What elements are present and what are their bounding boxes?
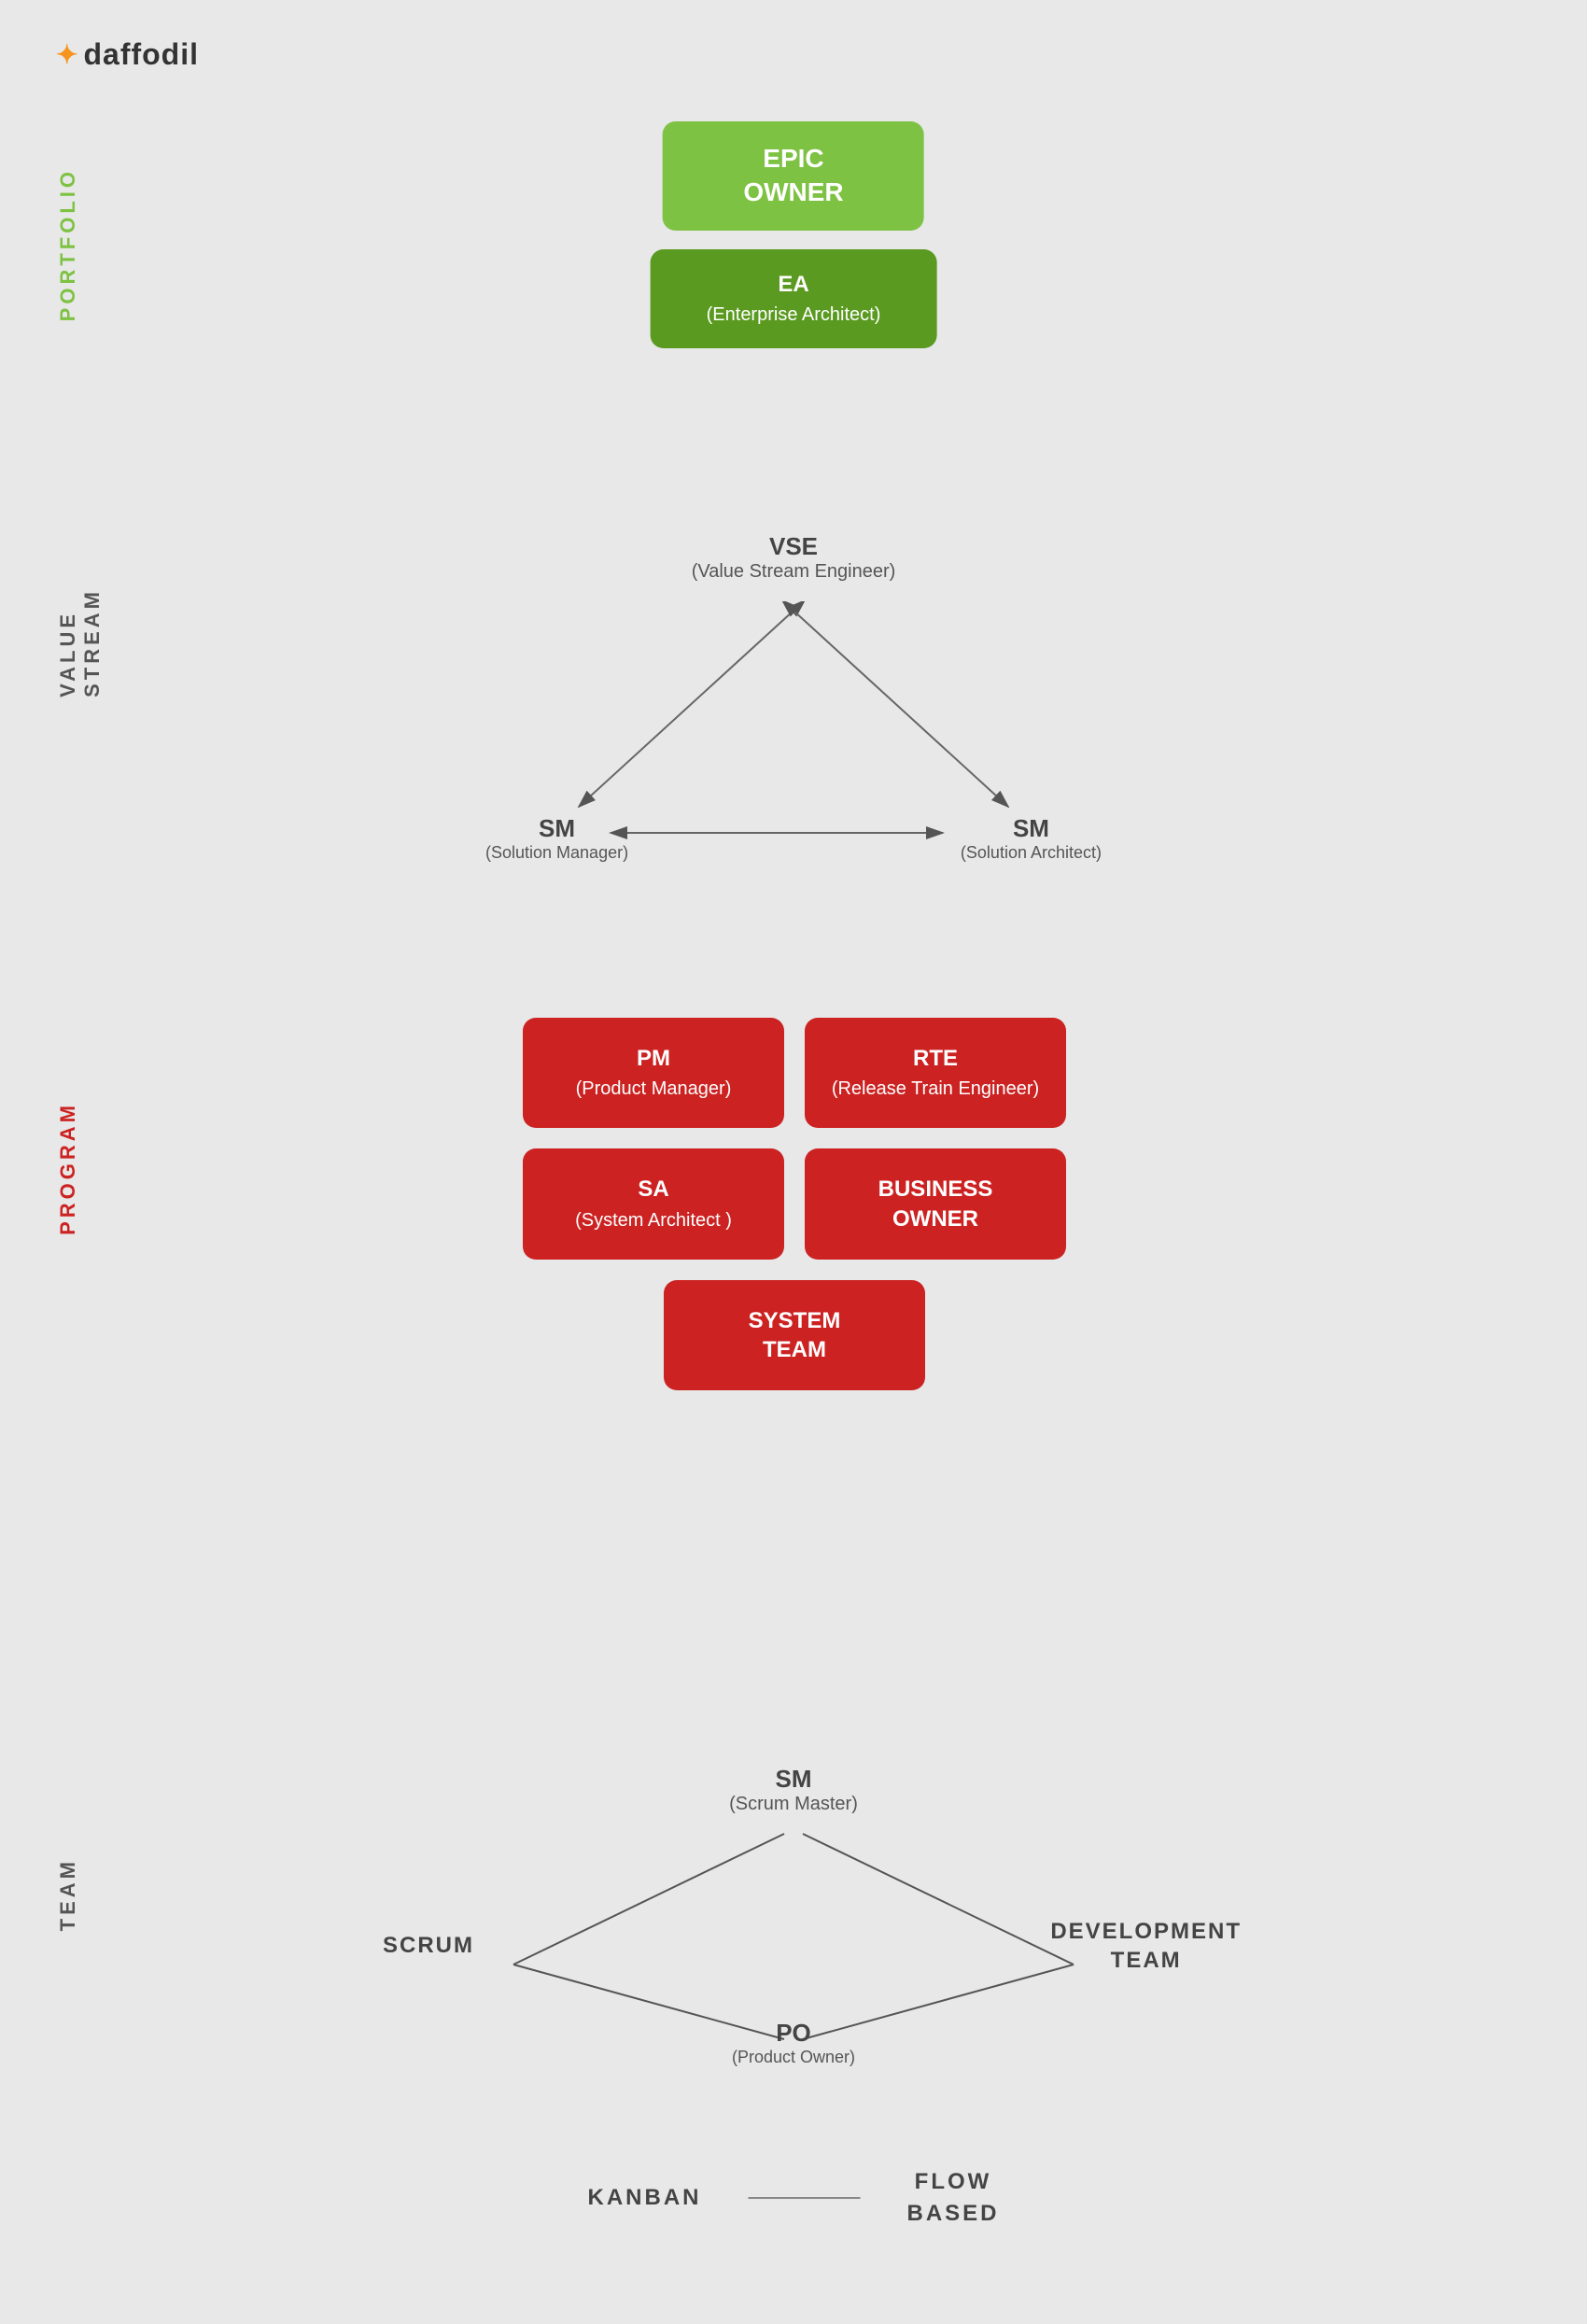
ea-box: EA(Enterprise Architect): [651, 249, 937, 348]
team-sm-sub: (Scrum Master): [327, 1794, 1260, 1815]
sm-right: SM (Solution Architect): [961, 814, 1102, 863]
dev-team-label: DEVELOPMENTTEAM: [1050, 1917, 1242, 1975]
sa-box: SA(System Architect ): [523, 1148, 784, 1259]
scrum-label: SCRUM: [383, 1933, 474, 1959]
logo-text: daffodil: [83, 37, 199, 72]
rte-box: RTE(Release Train Engineer): [805, 1018, 1066, 1128]
pm-box: PM(Product Manager): [523, 1018, 784, 1128]
kanban-line: [748, 2197, 860, 2199]
team-label: TEAM: [56, 1858, 80, 1931]
portfolio-section: EPICOWNER EA(Enterprise Architect): [651, 121, 937, 348]
program-label: PROGRAM: [56, 1102, 80, 1235]
value-stream-section: VSE (Value Stream Engineer) SM: [467, 532, 1120, 863]
vse-title: VSE: [467, 532, 1120, 561]
bo-box: BUSINESSOWNER: [805, 1148, 1066, 1259]
flow-label: FLOWBASED: [906, 2166, 999, 2229]
team-sm-title: SM: [327, 1765, 1260, 1794]
vs-diamond-area: SM (Solution Manager) SM (Solution Archi…: [467, 601, 1120, 863]
kanban-flow-section: KANBAN FLOWBASED: [587, 2166, 999, 2229]
team-diamond-area: SCRUM PO (Product Owner) DEVELOPMENTTEAM: [327, 1824, 1260, 2067]
epic-owner-box: EPICOWNER: [663, 121, 924, 231]
vse-sub: (Value Stream Engineer): [467, 561, 1120, 583]
kanban-label: KANBAN: [587, 2185, 701, 2211]
value-stream-label: VALUESTREAM: [56, 588, 105, 697]
logo: ✦ daffodil: [56, 37, 199, 72]
program-section: PM(Product Manager) RTE(Release Train En…: [523, 1018, 1066, 1390]
sm-left: SM (Solution Manager): [485, 814, 628, 863]
team-section: SM (Scrum Master) SCRUM PO (Produc: [327, 1765, 1260, 2067]
system-team-box: SYSTEMTEAM: [664, 1280, 925, 1390]
portfolio-label: PORTFOLIO: [56, 168, 80, 321]
logo-icon: ✦: [56, 39, 77, 70]
po-label: PO (Product Owner): [732, 2019, 855, 2067]
